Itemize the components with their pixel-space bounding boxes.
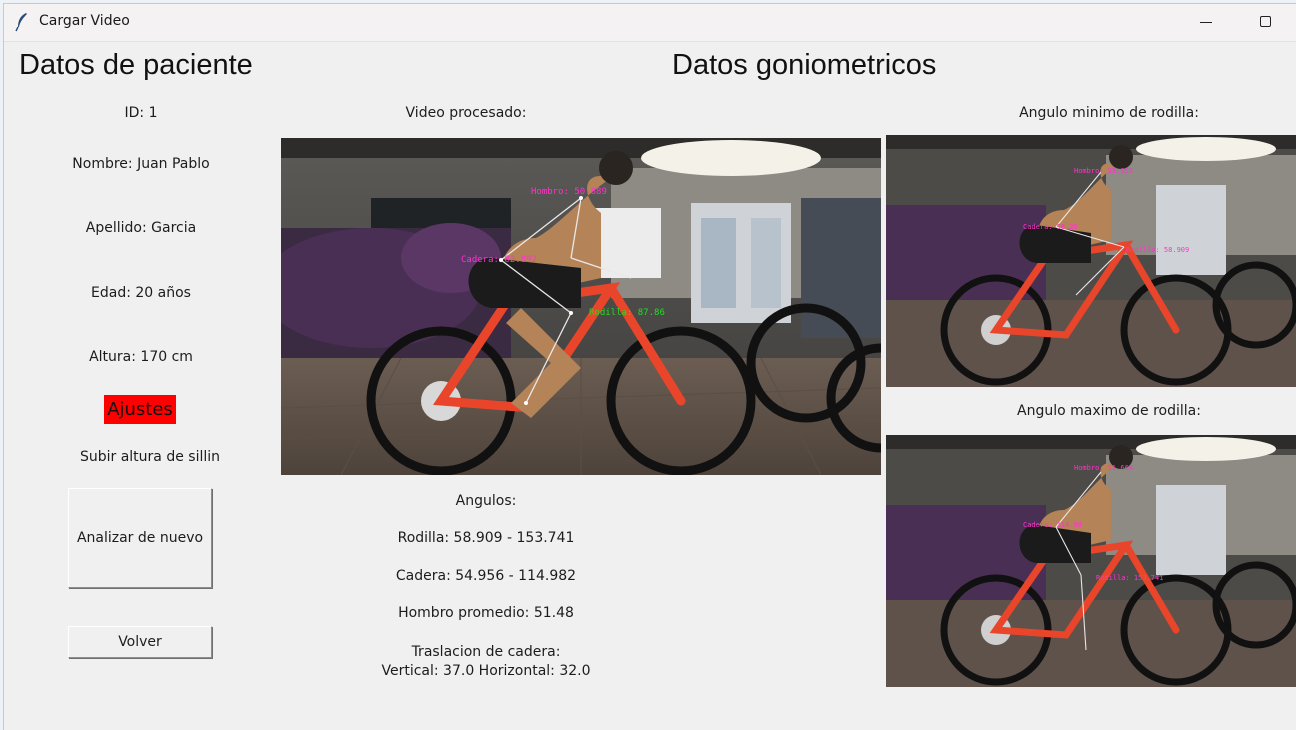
overlay-shoulder-main: Hombro: 50.889 <box>531 187 607 197</box>
maximize-icon <box>1260 16 1271 27</box>
overlay-knee-max: Rodilla: 153.741 <box>1096 574 1163 582</box>
video-label: Video procesado: <box>405 105 527 121</box>
video-image: Hombro: 50.889 Cadera: 82.892 Rodilla: 8… <box>281 138 881 475</box>
patient-lastname: Apellido: Garcia <box>85 220 197 236</box>
knee-range: Rodilla: 58.909 - 153.741 <box>397 530 575 546</box>
max-knee-label: Angulo maximo de rodilla: <box>1017 403 1201 419</box>
patient-heading: Datos de paciente <box>19 49 253 81</box>
back-button[interactable]: Volver <box>68 626 212 658</box>
max-knee-image: Hombro: 51.664 Cadera: 114.98 Rodilla: 1… <box>886 435 1296 687</box>
processed-video-frame: Hombro: 50.889 Cadera: 82.892 Rodilla: 8… <box>281 138 881 475</box>
title-bar[interactable]: Cargar Video <box>4 4 1296 42</box>
feather-icon <box>15 12 29 32</box>
overlay-shoulder-min: Hombro: 53.955 <box>1074 167 1133 175</box>
hip-translation-values: Vertical: 37.0 Horizontal: 32.0 <box>381 663 591 679</box>
shoulder-average: Hombro promedio: 51.48 <box>398 605 574 621</box>
maximize-button[interactable] <box>1242 4 1288 41</box>
analyze-again-button[interactable]: Analizar de nuevo <box>68 488 212 588</box>
hip-range: Cadera: 54.956 - 114.982 <box>395 568 577 584</box>
patient-id: ID: 1 <box>124 105 158 121</box>
adjustment-advice: Subir altura de sillin <box>79 449 221 465</box>
minimize-icon <box>1200 22 1212 23</box>
hip-translation-label: Traslacion de cadera: <box>411 644 561 660</box>
minimize-button[interactable] <box>1182 4 1228 41</box>
app-window: Cargar Video Datos de paciente ID: 1 Nom… <box>3 3 1296 730</box>
overlay-knee-min: Rodilla: 58.909 <box>1126 246 1189 254</box>
goniometric-heading: Datos goniometricos <box>672 49 937 81</box>
min-knee-label: Angulo minimo de rodilla: <box>1019 105 1199 121</box>
patient-height: Altura: 170 cm <box>89 349 193 365</box>
max-knee-frame: Hombro: 51.664 Cadera: 114.98 Rodilla: 1… <box>886 435 1296 687</box>
back-label: Volver <box>118 634 162 650</box>
overlay-hip-main: Cadera: 82.892 <box>461 255 537 265</box>
overlay-hip-max: Cadera: 114.98 <box>1023 521 1082 529</box>
min-knee-frame: Hombro: 53.955 Cadera: 58.26 Rodilla: 58… <box>886 135 1296 387</box>
angles-label: Angulos: <box>455 493 517 509</box>
patient-name: Nombre: Juan Pablo <box>72 156 210 172</box>
ajustes-badge: Ajustes <box>104 395 176 424</box>
patient-age: Edad: 20 años <box>91 285 191 301</box>
min-knee-image: Hombro: 53.955 Cadera: 58.26 Rodilla: 58… <box>886 135 1296 387</box>
overlay-hip-min: Cadera: 58.26 <box>1023 223 1078 231</box>
overlay-knee-main: Rodilla: 87.86 <box>589 308 665 318</box>
overlay-shoulder-max: Hombro: 51.664 <box>1074 464 1133 472</box>
analyze-again-label: Analizar de nuevo <box>76 530 204 546</box>
window-title: Cargar Video <box>39 13 130 29</box>
